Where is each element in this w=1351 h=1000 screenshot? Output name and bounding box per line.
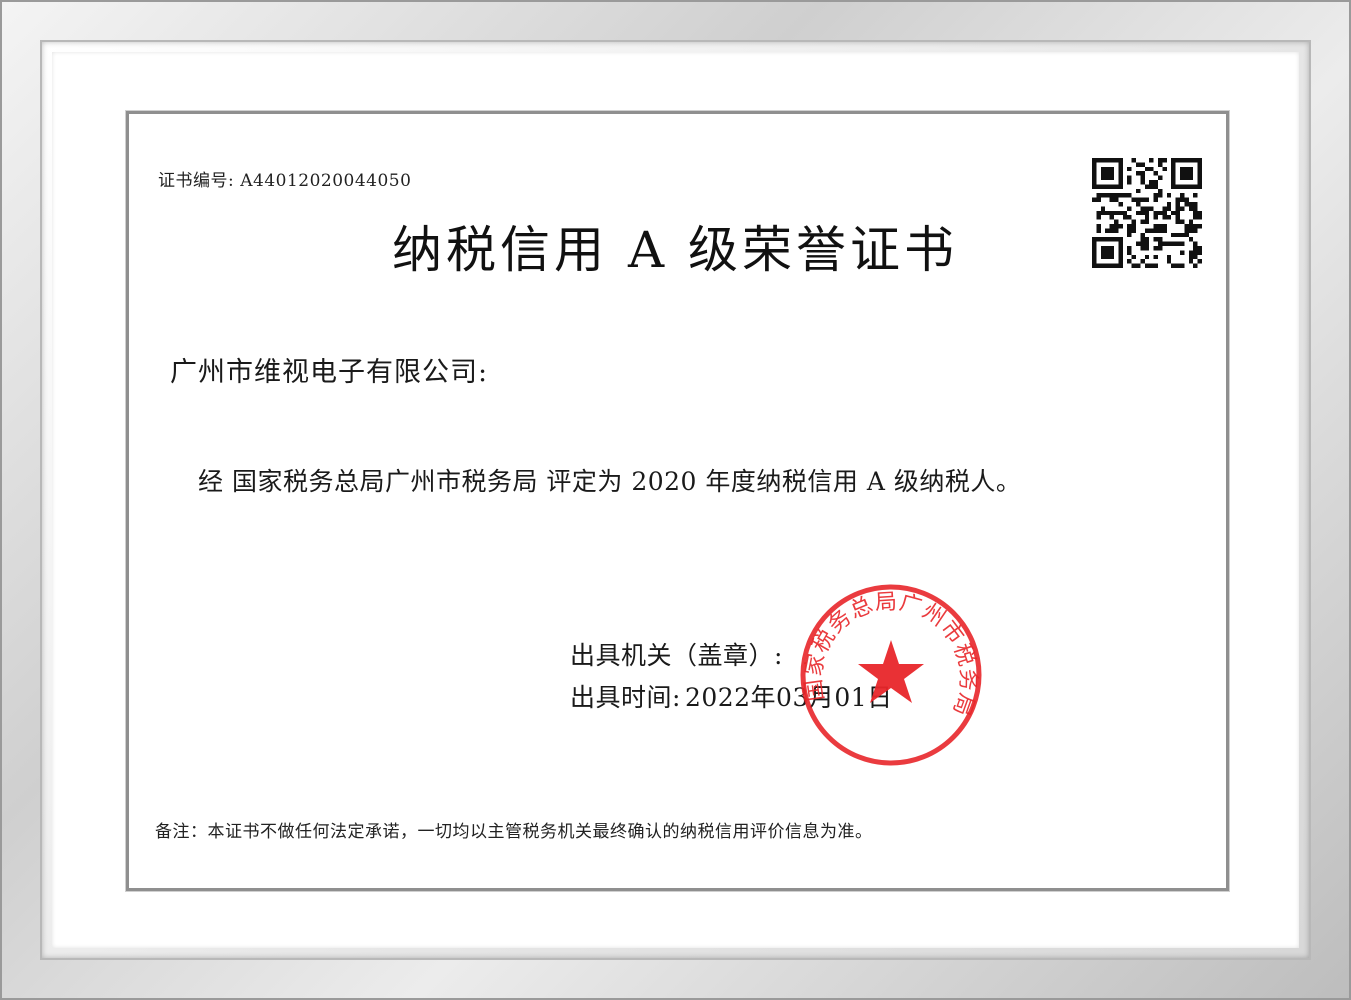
recipient-company: 广州市维视电子有限公司: [170,357,489,388]
certificate-title: 纳税信用 A 级荣誉证书 [392,221,958,279]
seal-star-icon [858,640,924,703]
issuing-authority-label: 出具机关（盖章）: [570,641,783,670]
certificate-statement: 经 国家税务总局广州市税务局 评定为 2020 年度纳税信用 A 级纳税人。 [198,467,1022,496]
qr-code-icon [1092,158,1202,268]
issue-date-label: 出具时间: [570,683,681,712]
certificate-number-value: A44012020044050 [240,171,412,191]
certificate-number-label: 证书编号: [158,171,235,191]
certificate-note: 备注：本证书不做任何法定承诺，一切均以主管税务机关最终确认的纳税信用评价信息为准… [155,822,873,842]
certificate-number: 证书编号: A44012020044050 [158,166,411,191]
official-seal: 国家税务总局广州市税务局 [800,584,982,766]
